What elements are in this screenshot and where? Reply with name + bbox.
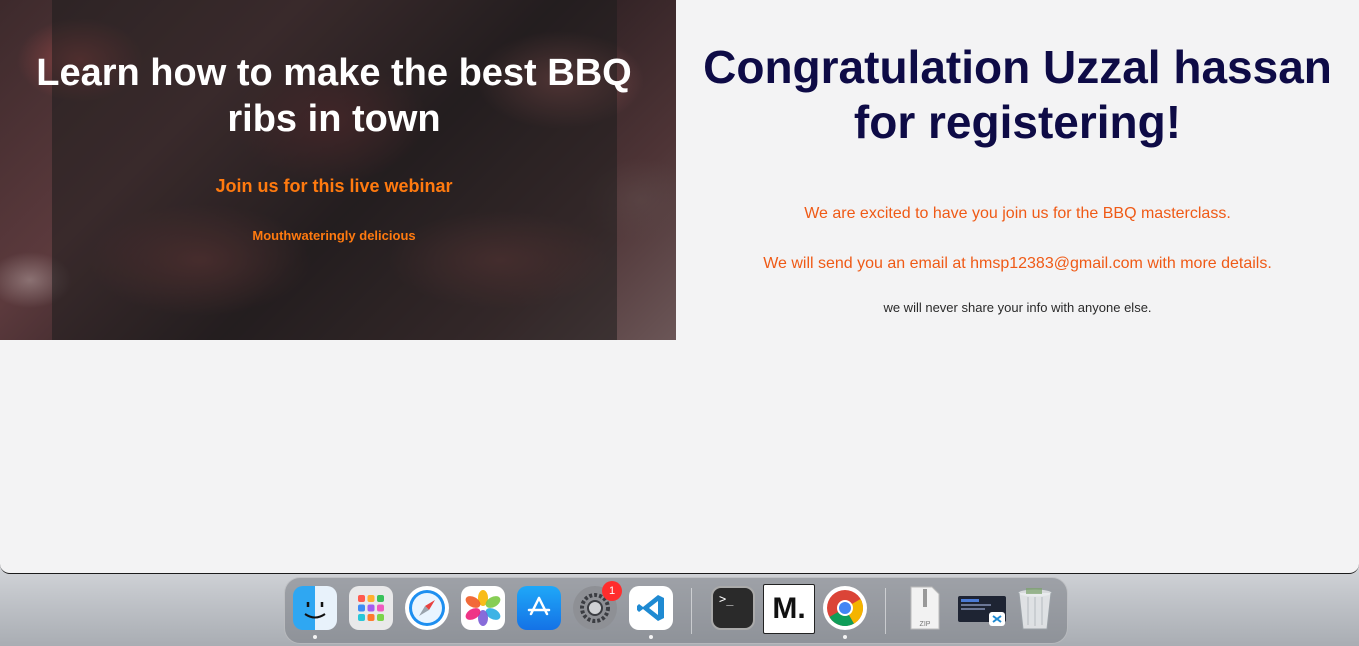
- finder-icon[interactable]: [293, 586, 337, 639]
- hero-banner: Learn how to make the best BBQ ribs in t…: [0, 0, 676, 340]
- hero-title: Learn how to make the best BBQ ribs in t…: [36, 52, 632, 140]
- confirmation-heading: Congratulation Uzzal hassan for register…: [703, 41, 1332, 148]
- notification-badge: 1: [602, 581, 622, 601]
- dock-separator: [691, 588, 692, 634]
- chrome-icon[interactable]: [823, 586, 867, 639]
- settings-icon[interactable]: 1: [573, 581, 622, 630]
- vscode-icon[interactable]: [629, 586, 673, 639]
- running-indicator: [843, 635, 847, 639]
- hero-tagline: Mouthwateringly delicious: [252, 228, 416, 243]
- photos-icon[interactable]: [461, 586, 505, 630]
- privacy-note: we will never share your info with anyon…: [883, 300, 1152, 315]
- dock-separator: [885, 588, 886, 634]
- running-indicator: [649, 635, 653, 639]
- launchpad-icon[interactable]: [349, 586, 393, 630]
- confirmation-message: We are excited to have you join us for t…: [804, 205, 1231, 222]
- hero-subtitle: Join us for this live webinar: [215, 176, 453, 196]
- zip-file-icon[interactable]: ZIP: [903, 586, 947, 630]
- running-indicator: [313, 635, 317, 639]
- medium-icon[interactable]: M.: [763, 584, 815, 634]
- trash-icon[interactable]: [1013, 586, 1057, 630]
- terminal-icon[interactable]: >_: [711, 586, 755, 630]
- email-notice: We will send you an email at hmsp12383@g…: [763, 255, 1272, 272]
- screenshot-icon[interactable]: [957, 586, 1007, 630]
- safari-icon[interactable]: [405, 586, 449, 630]
- browser-page: Learn how to make the best BBQ ribs in t…: [0, 0, 1359, 574]
- app-store-icon[interactable]: [517, 586, 561, 630]
- dock: 1 >_ M. ZIP: [284, 577, 1068, 644]
